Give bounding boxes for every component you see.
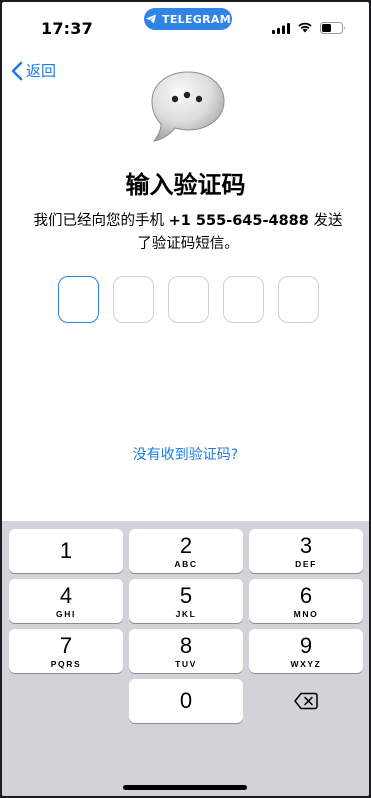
code-input[interactable] (58, 276, 319, 323)
home-indicator (123, 785, 247, 790)
key-4[interactable]: 4 GHI (9, 579, 123, 623)
backspace-icon (294, 692, 318, 710)
key-number: 8 (179, 632, 193, 658)
back-button-label: 返回 (26, 62, 57, 80)
subtitle: 我们已经向您的手机 +1 555-645-4888 发送了验证码短信。 (30, 210, 346, 256)
paper-plane-icon (146, 14, 157, 24)
key-number: 3 (299, 532, 313, 558)
page-title: 输入验证码 (125, 171, 246, 199)
key-5[interactable]: 5 JKL (129, 579, 243, 623)
key-number: 1 (59, 538, 73, 563)
code-digit-box[interactable] (278, 276, 319, 323)
key-number: 0 (179, 688, 193, 713)
code-digit-box[interactable] (223, 276, 264, 323)
key-8[interactable]: 8 TUV (129, 629, 243, 673)
code-digit-box[interactable] (58, 276, 99, 323)
key-number: 9 (299, 632, 313, 658)
key-2[interactable]: 2 ABC (129, 529, 243, 573)
status-bar: 17:37 TELEGRAM (2, 2, 369, 46)
key-number: 5 (179, 582, 193, 608)
status-time: 17:37 (41, 19, 93, 38)
code-digit-box[interactable] (168, 276, 209, 323)
key-letters: JKL (175, 608, 197, 619)
key-number: 6 (299, 582, 313, 608)
phone-screen: 17:37 TELEGRAM 返回 输入验证码 我们已经向您的手机 +1 555… (2, 2, 369, 796)
numeric-keypad: 1 2 ABC 3 DEF 4 GHI 5 JKL 6 MNO 7 PQRS 8… (2, 521, 369, 796)
signal-icon (272, 23, 290, 34)
key-letters: GHI (56, 608, 76, 619)
key-letters: DEF (295, 558, 317, 569)
key-letters: ABC (174, 558, 198, 569)
key-0[interactable]: 0 (129, 679, 243, 723)
key-letters: MNO (293, 608, 319, 619)
key-7[interactable]: 7 PQRS (9, 629, 123, 673)
key-1[interactable]: 1 (9, 529, 123, 573)
telegram-pill[interactable]: TELEGRAM (144, 8, 232, 30)
chevron-left-icon (11, 61, 23, 80)
key-number: 4 (59, 582, 73, 608)
key-9[interactable]: 9 WXYZ (249, 629, 363, 673)
key-number: 2 (179, 532, 193, 558)
key-letters: WXYZ (290, 658, 322, 669)
wifi-icon (298, 22, 312, 33)
key-3[interactable]: 3 DEF (249, 529, 363, 573)
backspace-key[interactable] (249, 679, 363, 723)
battery-icon (320, 22, 345, 34)
phone-number: +1 555-645-4888 (168, 213, 309, 229)
key-6[interactable]: 6 MNO (249, 579, 363, 623)
key-letters: TUV (175, 658, 197, 669)
back-button[interactable]: 返回 (11, 60, 56, 81)
telegram-pill-label: TELEGRAM (162, 12, 231, 26)
resend-code-link[interactable]: 没有收到验证码? (2, 444, 369, 464)
code-digit-box[interactable] (113, 276, 154, 323)
subtitle-prefix: 我们已经向您的手机 (33, 213, 169, 229)
key-letters: PQRS (50, 658, 82, 669)
key-number: 7 (59, 632, 73, 658)
speech-bubble-icon (151, 71, 225, 142)
